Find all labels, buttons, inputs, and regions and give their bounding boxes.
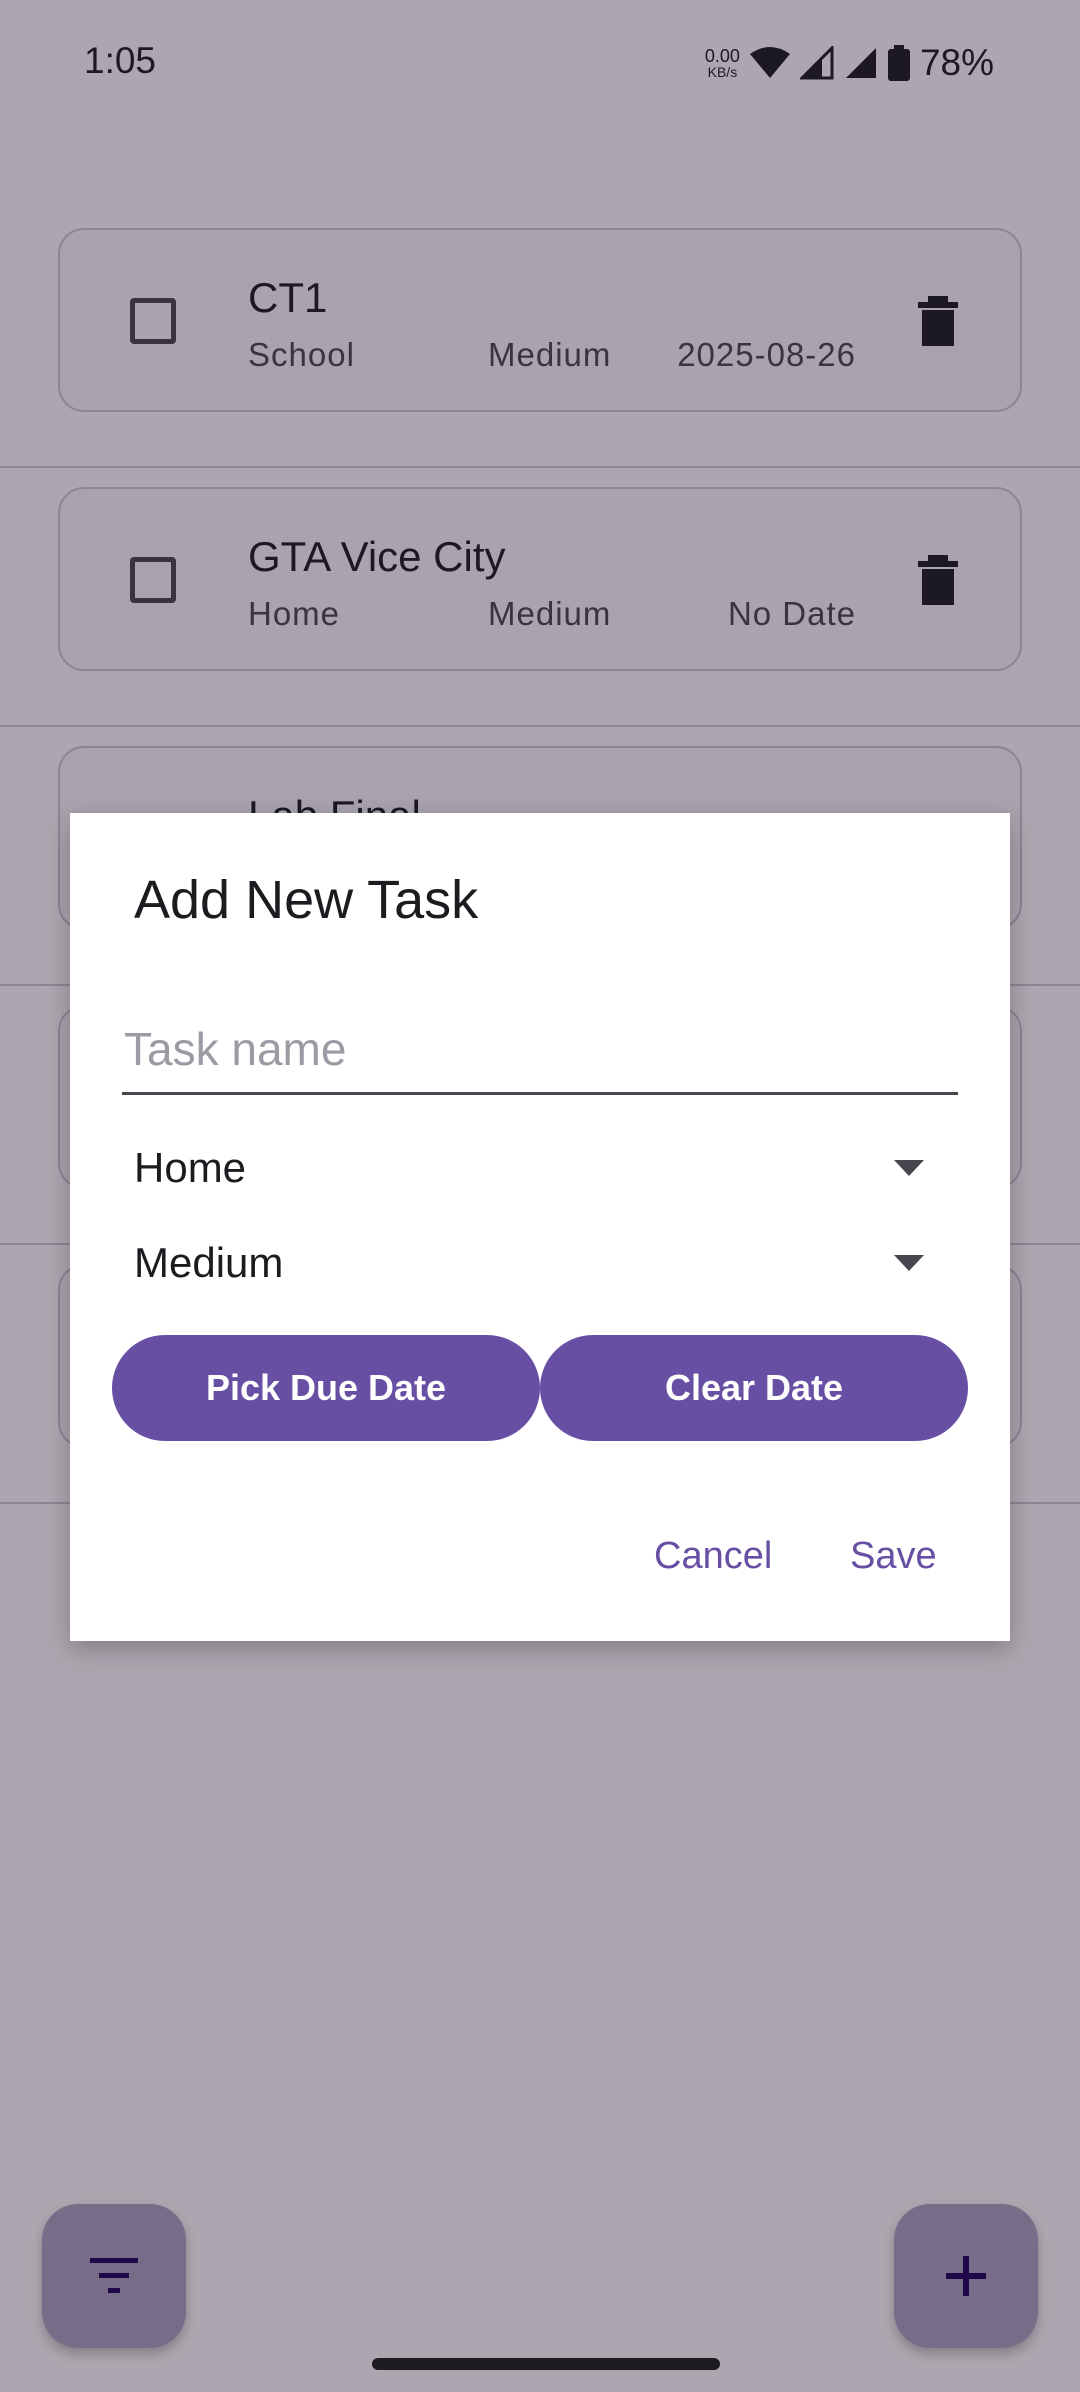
clear-date-button[interactable]: Clear Date [540,1335,968,1441]
add-task-dialog: Add New Task Home Medium Pick Due Date C… [70,813,1010,1641]
dropdown-arrow-icon [894,1160,924,1176]
save-button[interactable]: Save [850,1535,937,1578]
dialog-title: Add New Task [134,870,479,930]
gesture-nav-handle[interactable] [372,2358,720,2370]
task-name-input[interactable] [122,1005,958,1095]
dropdown-arrow-icon [894,1255,924,1271]
category-dropdown[interactable]: Home [134,1133,924,1203]
cancel-button[interactable]: Cancel [654,1535,772,1578]
priority-selected: Medium [134,1239,284,1286]
pick-due-date-button[interactable]: Pick Due Date [112,1335,540,1441]
category-selected: Home [134,1144,247,1191]
priority-dropdown[interactable]: Medium [134,1228,924,1298]
